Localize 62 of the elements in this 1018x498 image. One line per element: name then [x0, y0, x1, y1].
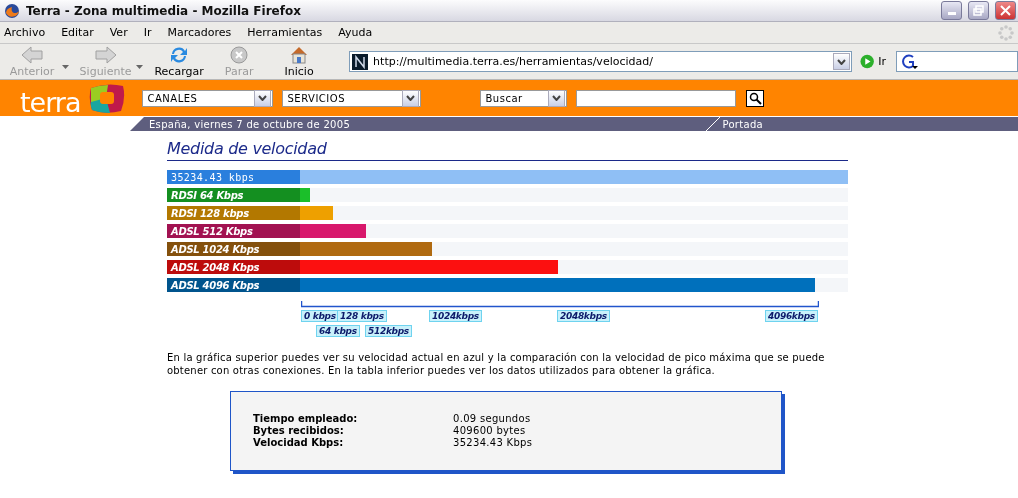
result-label: Velocidad Kbps: [253, 437, 345, 449]
stop-icon [230, 45, 249, 64]
bar-label: RDSI 128 kbps [167, 206, 300, 220]
search-engine-icon [900, 53, 921, 70]
toolbar-button[interactable]: Recargar [149, 45, 210, 78]
search-icon [749, 91, 762, 105]
search-input[interactable] [576, 89, 737, 107]
result-label: Bytes recibidos: [253, 425, 345, 437]
scale-label: 64 kbps [316, 325, 360, 337]
menu-item[interactable]: Ir [143, 26, 160, 39]
bar-label: ADSL 512 Kbps [167, 224, 300, 238]
bar-label: ADSL 2048 Kbps [167, 260, 300, 274]
bar-label: RDSI 64 Kbps [167, 188, 300, 202]
date-text: España, viernes 7 de octubre de 2005 [149, 118, 351, 130]
menu-item[interactable]: Ver [109, 26, 136, 39]
reload-icon [169, 45, 190, 64]
bar-label: 35234.43 kbps [167, 170, 300, 184]
search-field[interactable] [896, 51, 1018, 72]
window-title: Terra - Zona multimedia - Mozilla Firefox [26, 3, 302, 18]
site-favicon-icon [352, 53, 369, 70]
menu-item[interactable]: Herramientas [247, 26, 331, 39]
go-icon[interactable] [860, 54, 875, 69]
home-icon [289, 45, 310, 64]
chevron-down-icon [837, 58, 846, 65]
result-value: 35234.43 Kbps [453, 437, 534, 449]
browser-logo-icon [4, 2, 20, 19]
forward-arrow-icon [94, 45, 117, 64]
result-value: 0.09 segundos [453, 413, 532, 425]
page-heading: Medida de velocidad [167, 139, 848, 161]
dropdown-select[interactable]: SERVICIOS [282, 89, 422, 107]
go-label[interactable]: Ir [878, 55, 887, 68]
dropdown-button[interactable] [833, 53, 850, 70]
scale-label: 4096kbps [765, 310, 818, 322]
scale-label: 1024kbps [429, 310, 482, 322]
dropdown-select[interactable]: Buscar [480, 89, 568, 107]
search-button[interactable] [746, 89, 765, 107]
menu-item[interactable]: Ayuda [338, 26, 381, 39]
back-arrow-icon [21, 45, 43, 64]
chevron-down-icon [406, 95, 416, 101]
close-icon [1000, 5, 1011, 16]
result-label: Tiempo empleado: [253, 413, 359, 425]
restore-icon [973, 5, 984, 16]
minimize-button[interactable] [941, 1, 962, 20]
scale-label: 128 kbps [337, 310, 387, 322]
address-field[interactable]: http://multimedia.terra.es/herramientas/velocidad/ [349, 51, 852, 72]
description-text: En la gráfica superior puedes ver su velocidad actual en azul y la comparación con la velocidad de pico máxima que se puede obtener con otras conexiones. En la tabla inferior puedes ver los datos utilizados para obtener la gráfica. [167, 351, 826, 377]
bar-label: ADSL 4096 Kbps [167, 278, 300, 292]
scale-label: 0 kbps [301, 310, 339, 322]
dropdown-select[interactable]: CANALES [142, 89, 274, 107]
chevron-down-icon [552, 95, 562, 101]
scale-label: 2048kbps [557, 310, 610, 322]
close-button[interactable] [995, 1, 1016, 20]
chevron-down-icon [258, 95, 268, 101]
menu-item[interactable]: Archivo [4, 26, 54, 39]
menu-item[interactable]: Marcadores [167, 26, 240, 39]
bar-label: ADSL 1024 Kbps [167, 242, 300, 256]
toolbar-button[interactable]: Inicio [269, 45, 330, 78]
restore-button[interactable] [968, 1, 989, 20]
scale-label: 512kbps [365, 325, 412, 337]
section-link[interactable]: Portada [722, 118, 763, 130]
result-value: 409600 bytes [453, 425, 527, 437]
menu-item[interactable]: Editar [61, 26, 102, 39]
